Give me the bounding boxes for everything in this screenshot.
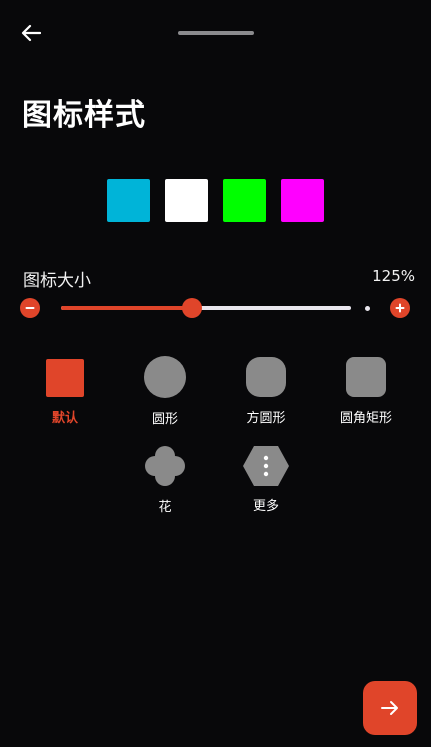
more-icon [243,446,289,486]
square-shape-icon [46,359,84,397]
squircle-shape-icon [246,357,286,397]
shape-label: 默认 [51,411,78,426]
color-swatch-white[interactable] [165,179,208,222]
rounded-rect-shape-icon [346,357,386,397]
flower-shape-icon [145,446,185,486]
size-slider-thumb[interactable] [181,298,202,318]
plus-icon [395,303,405,313]
size-slider-fill [61,306,192,310]
drag-handle[interactable] [178,31,254,35]
shape-option-more[interactable]: 更多 [220,445,312,514]
shape-label: 圆形 [151,412,178,427]
icon-size-label: 图标大小 [23,271,91,291]
icon-size-value: 125% [372,267,415,285]
increase-size-button[interactable] [390,298,410,318]
back-button[interactable] [14,18,48,48]
shape-option-default[interactable]: 默认 [19,358,111,426]
slider-end-dot [365,306,370,311]
next-button[interactable] [363,681,417,735]
shape-option-flower[interactable]: 花 [119,444,211,515]
shape-label: 方圆形 [246,411,286,426]
decrease-size-button[interactable] [20,298,40,318]
page-title: 图标样式 [22,98,146,133]
arrow-right-icon [381,701,398,715]
color-swatch-magenta[interactable] [281,179,324,222]
shape-label: 圆角矩形 [339,411,392,426]
shape-option-circle[interactable]: 圆形 [119,356,211,427]
shape-option-squircle[interactable]: 方圆形 [220,357,312,426]
minus-icon [25,307,35,309]
shape-option-rounded-rect[interactable]: 圆角矩形 [320,357,412,426]
color-swatch-cyan[interactable] [107,179,150,222]
arrow-left-icon [21,24,41,42]
shape-label: 花 [158,500,172,515]
color-swatch-green[interactable] [223,179,266,222]
circle-shape-icon [144,356,186,398]
shape-label: 更多 [252,499,279,514]
